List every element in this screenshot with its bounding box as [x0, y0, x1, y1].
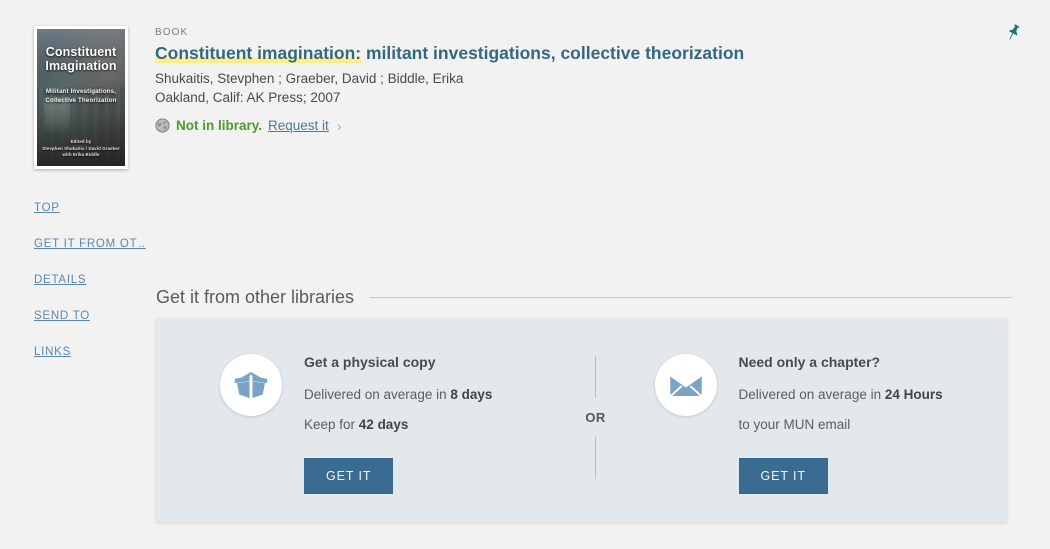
record-title-rest: militant investigations, collective theo… — [361, 43, 745, 63]
offer-physical-line1-strong: 8 days — [450, 387, 493, 402]
nav-item-send-to[interactable]: SEND TO — [34, 298, 146, 334]
section-header: Get it from other libraries — [156, 272, 1012, 323]
record-details: BOOK Constituent imagination: militant i… — [155, 27, 975, 133]
offer-chapter-title: Need only a chapter? — [738, 354, 881, 370]
record-publication: Oakland, Calif: AK Press; 2007 — [155, 90, 341, 105]
offer-chapter-line1-prefix: Delivered on average in — [738, 387, 885, 402]
record-header: Constituent Imagination Militant Investi… — [0, 0, 1050, 178]
record-type-label: BOOK — [155, 27, 189, 38]
pin-button[interactable] — [1002, 22, 1024, 44]
record-authors: Shukaitis, Stevphen ; Graeber, David ; B… — [155, 71, 464, 86]
cover-editors-line1: Edited by — [70, 139, 92, 145]
book-cover-thumbnail[interactable]: Constituent Imagination Militant Investi… — [34, 26, 128, 169]
open-box-icon-badge — [220, 354, 282, 416]
section-title: Get it from other libraries — [156, 286, 355, 307]
pushpin-icon — [1009, 24, 1020, 40]
or-separator-line-bottom — [595, 437, 596, 479]
globe-icon — [155, 118, 170, 133]
cover-editors-line2: Stevphen Shukaitis / David Graeber — [42, 145, 120, 151]
request-it-link[interactable]: Request it — [268, 118, 329, 133]
availability-row: Not in library. Request it › — [155, 118, 975, 133]
nav-item-links[interactable]: LINKS — [34, 334, 146, 370]
nav-item-get-it-from-other-libraries[interactable]: GET IT FROM OT… — [34, 226, 146, 262]
cover-title: Constituent Imagination — [37, 45, 125, 73]
record-section-nav: TOP GET IT FROM OT… DETAILS SEND TO LINK… — [34, 190, 146, 370]
cover-editors: Edited by Stevphen Shukaitis / David Gra… — [37, 139, 125, 158]
or-separator-label: OR — [585, 410, 606, 425]
or-separator-line-top — [595, 356, 596, 398]
nav-item-details[interactable]: DETAILS — [34, 262, 146, 298]
record-title-link[interactable]: Constituent imagination: militant invest… — [155, 42, 975, 65]
availability-status: Not in library. — [176, 118, 263, 133]
get-it-physical-button[interactable]: GET IT — [304, 458, 394, 494]
cover-editors-line3: with Erika Biddle — [62, 151, 100, 157]
envelope-icon — [669, 373, 702, 397]
offer-physical-line2-prefix: Keep for — [304, 417, 359, 432]
chevron-right-icon: › — [336, 117, 342, 134]
offer-physical-line1: Delivered on average in 8 days — [304, 380, 492, 410]
envelope-icon-badge — [654, 354, 717, 416]
offer-chapter-line2-prefix: to your MUN email — [738, 417, 851, 432]
or-separator: OR — [573, 318, 619, 522]
nav-item-top[interactable]: TOP — [34, 190, 146, 226]
offer-physical-line2-strong: 42 days — [358, 417, 409, 432]
offer-chapter-line1: Delivered on average in 24 Hours — [739, 380, 943, 410]
get-it-chapter-button[interactable]: GET IT — [738, 458, 828, 494]
cover-title-line2: Imagination — [45, 59, 117, 73]
offer-chapter-line1-strong: 24 Hours — [884, 387, 943, 402]
cover-subtitle-line2: Collective Theorization — [45, 97, 117, 104]
offer-chapter-line2: to your MUN email — [739, 410, 943, 440]
offer-physical-line2: Keep for 42 days — [304, 410, 492, 440]
offer-physical-copy: Get a physical copy Delivered on average… — [156, 318, 573, 522]
cover-subtitle-line1: Militant Investigations, — [45, 88, 117, 95]
offer-physical-line1-prefix: Delivered on average in — [304, 387, 451, 402]
book-cover-art: Constituent Imagination Militant Investi… — [37, 29, 125, 166]
cover-title-line1: Constituent — [45, 45, 117, 59]
offer-chapter: Need only a chapter? Delivered on averag… — [619, 318, 1008, 522]
cover-subtitle: Militant Investigations, Collective Theo… — [37, 87, 125, 105]
get-it-options-card: Get a physical copy Delivered on average… — [156, 318, 1007, 522]
section-divider — [370, 296, 1012, 298]
open-box-icon — [234, 371, 268, 398]
record-title-highlight: Constituent imagination: — [155, 43, 362, 63]
offer-physical-title: Get a physical copy — [304, 354, 436, 370]
